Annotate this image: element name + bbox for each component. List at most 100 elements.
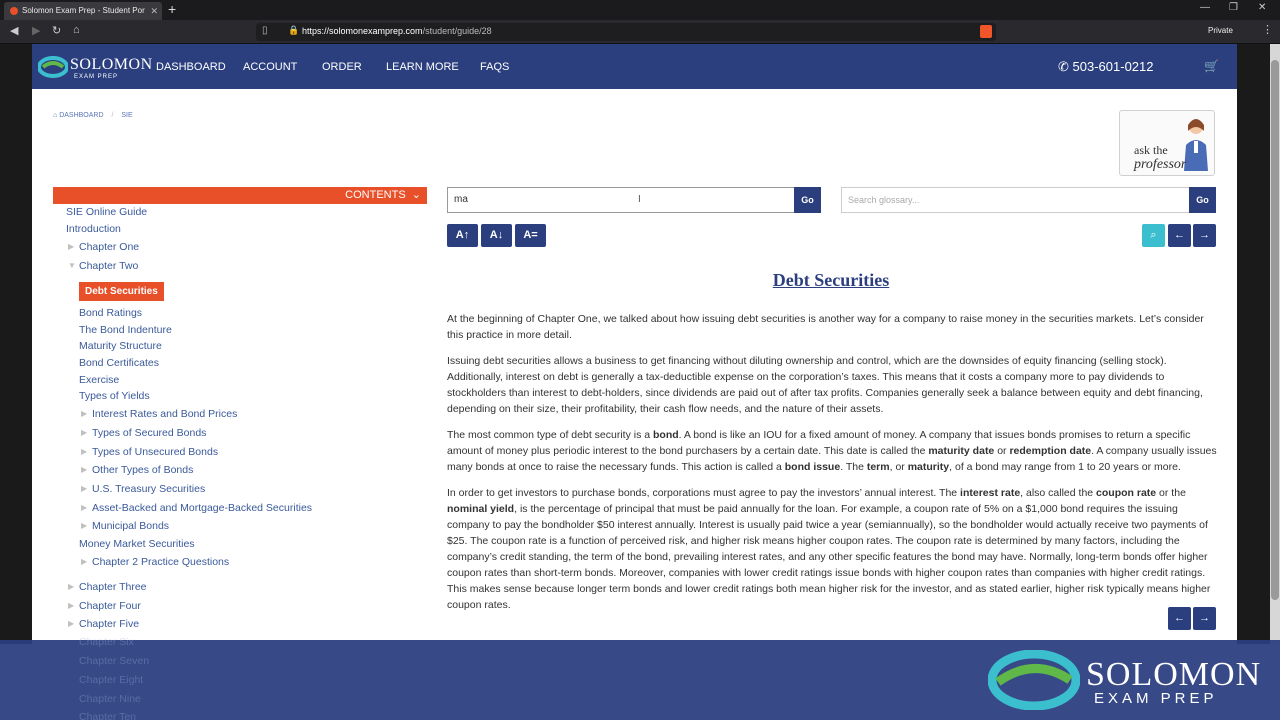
brave-shield-icon[interactable] <box>980 25 992 38</box>
nav-account[interactable]: ACCOUNT <box>243 61 297 73</box>
toc-types-of-yields[interactable]: Types of Yields <box>79 390 150 402</box>
banner-logo-subtext: EXAM PREP <box>1094 690 1218 707</box>
phone-icon: ✆ <box>1058 59 1069 74</box>
toc-secured-bonds[interactable]: Types of Secured Bonds <box>92 427 206 439</box>
bookmark-icon[interactable]: ▯ <box>262 25 268 36</box>
nav-faqs[interactable]: FAQS <box>480 61 509 73</box>
decrease-font-button[interactable]: A↓ <box>481 224 512 247</box>
expand-triangle-icon[interactable]: ▶ <box>81 503 87 512</box>
toc-bond-ratings[interactable]: Bond Ratings <box>79 307 142 319</box>
toc-chapter-five[interactable]: Chapter Five <box>79 618 139 630</box>
cart-icon[interactable]: 🛒 <box>1204 59 1219 73</box>
nav-dashboard[interactable]: DASHBOARD <box>156 61 226 73</box>
expand-triangle-icon[interactable]: ▶ <box>81 409 87 418</box>
nav-order[interactable]: ORDER <box>322 61 362 73</box>
logo-text[interactable]: SOLOMON <box>70 56 153 74</box>
home-icon[interactable]: ⌂ <box>73 24 80 36</box>
toc-municipal-bonds[interactable]: Municipal Bonds <box>92 520 169 532</box>
toc-chapter-2-practice[interactable]: Chapter 2 Practice Questions <box>92 556 229 568</box>
breadcrumb: ⌂ DASHBOARD / SIE <box>53 112 133 119</box>
toc-introduction[interactable]: Introduction <box>66 223 121 235</box>
browser-tab-title: Solomon Exam Prep - Student Por <box>22 6 145 15</box>
browser-tab[interactable]: Solomon Exam Prep - Student Por ✕ <box>4 2 162 20</box>
toc-unsecured-bonds[interactable]: Types of Unsecured Bonds <box>92 446 218 458</box>
scrollbar-thumb[interactable] <box>1271 60 1279 600</box>
search-toggle-button[interactable]: ⌕ <box>1142 224 1165 247</box>
forward-icon[interactable]: ▶ <box>32 24 40 37</box>
article-paragraph: Issuing debt securities allows a busines… <box>447 355 1203 415</box>
magnifier-icon: ⌕ <box>1150 229 1157 241</box>
next-page-button[interactable]: → <box>1193 224 1216 247</box>
phone-number: 503-601-0212 <box>1072 59 1154 74</box>
arrow-left-icon: ← <box>1174 229 1185 241</box>
reload-icon[interactable]: ↻ <box>52 24 61 37</box>
term-nominal-yield: nominal yield <box>447 503 515 515</box>
expand-triangle-icon[interactable]: ▶ <box>81 521 87 530</box>
arrow-right-icon: → <box>1199 612 1210 624</box>
article-paragraph: In order to get investors to purchase bo… <box>447 487 1211 611</box>
previous-page-button-bottom[interactable]: ← <box>1168 607 1191 630</box>
browser-menu-icon[interactable]: ⋮ <box>1262 23 1273 36</box>
nav-learn-more[interactable]: LEARN MORE <box>386 61 459 73</box>
reset-font-button[interactable]: A= <box>515 224 546 247</box>
expand-triangle-icon[interactable]: ▶ <box>81 465 87 474</box>
toc-bond-indenture[interactable]: The Bond Indenture <box>79 324 172 336</box>
solomon-logo-icon[interactable] <box>38 56 68 78</box>
increase-font-button[interactable]: A↑ <box>447 224 478 247</box>
new-tab-icon[interactable]: + <box>168 1 176 17</box>
arrow-left-icon: ← <box>1174 612 1185 624</box>
close-tab-icon[interactable]: ✕ <box>150 2 158 20</box>
ask-the-professor-button[interactable]: ask the professor <box>1119 110 1215 176</box>
expand-triangle-icon[interactable]: ▶ <box>68 601 74 610</box>
private-label: Private <box>1208 26 1233 35</box>
term-maturity: maturity <box>907 461 950 473</box>
collapse-triangle-icon[interactable]: ▼ <box>68 261 76 270</box>
minimize-icon[interactable]: — <box>1200 2 1210 13</box>
toc-money-market[interactable]: Money Market Securities <box>79 538 195 550</box>
toc-treasury-securities[interactable]: U.S. Treasury Securities <box>92 483 205 495</box>
term-term: term <box>866 461 890 473</box>
previous-page-button[interactable]: ← <box>1168 224 1191 247</box>
window-close-icon[interactable]: ✕ <box>1258 2 1266 13</box>
contents-toggle[interactable]: CONTENTS ⌄ <box>53 187 427 204</box>
phone-link[interactable]: ✆ 503-601-0212 <box>1058 59 1154 75</box>
breadcrumb-dashboard[interactable]: DASHBOARD <box>59 112 103 119</box>
toc-other-bonds[interactable]: Other Types of Bonds <box>92 464 193 476</box>
toc-sie-online-guide[interactable]: SIE Online Guide <box>66 206 147 218</box>
next-page-button-bottom[interactable]: → <box>1193 607 1216 630</box>
toc-interest-rates-bond-prices[interactable]: Interest Rates and Bond Prices <box>92 408 237 420</box>
glossary-search-input[interactable]: Search glossary... <box>841 187 1190 213</box>
search-input[interactable]: ma I <box>447 187 795 213</box>
expand-triangle-icon[interactable]: ▶ <box>68 242 74 251</box>
expand-triangle-icon[interactable]: ▶ <box>68 582 74 591</box>
expand-triangle-icon[interactable]: ▶ <box>81 557 87 566</box>
glossary-go-button[interactable]: Go <box>1189 187 1216 213</box>
professor-ask-text: ask the <box>1134 143 1168 157</box>
expand-triangle-icon[interactable]: ▶ <box>68 619 74 628</box>
lock-icon: 🔒 <box>288 25 300 35</box>
toc-chapter-four[interactable]: Chapter Four <box>79 600 141 612</box>
back-icon[interactable]: ◀ <box>10 24 18 37</box>
toc-chapter-three[interactable]: Chapter Three <box>79 581 147 593</box>
toc-asset-backed[interactable]: Asset-Backed and Mortgage-Backed Securit… <box>92 502 312 514</box>
url-path: /student/guide/28 <box>422 26 492 36</box>
toc-debt-securities-active[interactable]: Debt Securities <box>79 282 164 301</box>
toc-chapter-one[interactable]: Chapter One <box>79 241 139 253</box>
url-field[interactable]: ▯ 🔒 https://solomonexamprep.com/student/… <box>256 23 996 41</box>
expand-triangle-icon[interactable]: ▶ <box>81 428 87 437</box>
maximize-icon[interactable]: ❐ <box>1229 2 1238 13</box>
toc-maturity-structure[interactable]: Maturity Structure <box>79 340 162 352</box>
article-paragraph: At the beginning of Chapter One, we talk… <box>447 313 1204 341</box>
toc-exercise[interactable]: Exercise <box>79 374 119 386</box>
toc-bond-certificates[interactable]: Bond Certificates <box>79 357 159 369</box>
professor-name-text: professor <box>1134 157 1187 172</box>
banner-logo-text: SOLOMON <box>1086 656 1262 693</box>
expand-triangle-icon[interactable]: ▶ <box>81 447 87 456</box>
expand-triangle-icon[interactable]: ▶ <box>81 484 87 493</box>
toc-chapter-two[interactable]: Chapter Two <box>79 260 138 272</box>
breadcrumb-sie[interactable]: SIE <box>121 112 132 119</box>
breadcrumb-separator: / <box>111 112 114 119</box>
arrow-right-icon: → <box>1199 229 1210 241</box>
term-interest-rate: interest rate <box>960 487 1021 499</box>
search-go-button[interactable]: Go <box>794 187 821 213</box>
